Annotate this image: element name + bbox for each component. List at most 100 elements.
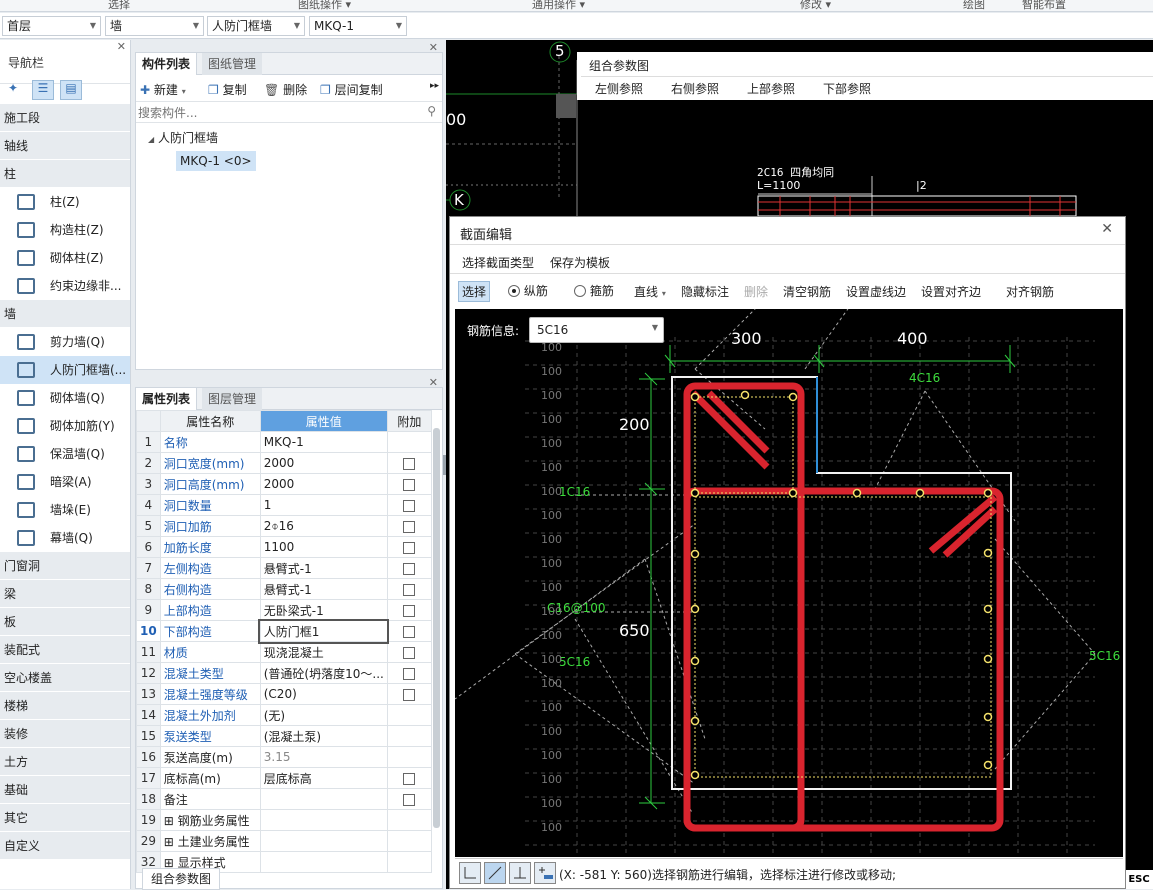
sidebar-item[interactable]: 砌体加筋(Y) xyxy=(0,412,130,440)
label-5c16-right[interactable]: 5C16 xyxy=(1089,649,1120,663)
set-align-edge-button[interactable]: 设置对齐边 xyxy=(921,283,981,300)
stirrup-radio[interactable]: 箍筋 xyxy=(574,282,614,299)
tab-left-reference[interactable]: 左侧参照 xyxy=(595,80,643,97)
property-value[interactable] xyxy=(259,788,388,810)
nav-section[interactable]: 装修 xyxy=(0,720,130,748)
label-5c16-left[interactable]: 5C16 xyxy=(559,655,590,669)
property-value[interactable] xyxy=(259,851,388,873)
property-value[interactable]: 2000 xyxy=(259,473,388,495)
rebar-point[interactable] xyxy=(740,390,750,400)
select-tool-button[interactable]: 选择 xyxy=(458,281,491,302)
property-value[interactable]: 1 xyxy=(259,494,388,516)
delete-tool-button[interactable]: 删除 xyxy=(744,283,768,300)
rebar-point[interactable] xyxy=(690,656,700,666)
tree-node-selected[interactable]: MKQ-1 <0> xyxy=(176,151,256,171)
property-value[interactable]: (C20) xyxy=(259,683,388,705)
rebar-point[interactable] xyxy=(788,392,798,402)
section-canvas[interactable]: 300 400 200 650 4C16 1C16 C16@100 5C16 5… xyxy=(455,309,1123,857)
property-value[interactable]: (无) xyxy=(259,704,388,726)
select-section-type-button[interactable]: 选择截面类型 xyxy=(462,254,534,271)
checkbox[interactable] xyxy=(403,478,416,491)
nav-section[interactable]: 楼梯 xyxy=(0,692,130,720)
pin-icon[interactable]: ✦ xyxy=(8,81,18,95)
tab-top-reference[interactable]: 上部参照 xyxy=(747,80,795,97)
ribbon-smart-layout[interactable]: 智能布置 xyxy=(1022,0,1066,11)
sidebar-item[interactable]: 柱(Z) xyxy=(0,188,130,216)
property-row[interactable]: 11 材质 现浇混凝土 xyxy=(136,641,433,663)
clear-rebar-button[interactable]: 清空钢筋 xyxy=(783,283,831,300)
sidebar-item[interactable]: 人防门框墙(... xyxy=(0,356,130,384)
nav-section[interactable]: 板 xyxy=(0,608,130,636)
align-rebar-button[interactable]: 对齐钢筋 xyxy=(1006,283,1054,300)
property-scrollbar[interactable] xyxy=(433,428,440,828)
tab-bottom-reference[interactable]: 下部参照 xyxy=(823,80,871,97)
ribbon-modify[interactable]: 修改 ▾ xyxy=(800,0,831,11)
rebar-info-select[interactable]: 5C16 ▼ xyxy=(529,317,664,343)
property-row[interactable]: 17 底标高(m) 层底标高 xyxy=(136,767,433,789)
tab-component-list[interactable]: 构件列表 xyxy=(136,53,198,75)
property-row[interactable]: 14 混凝土外加剂 (无) xyxy=(136,704,433,726)
property-row[interactable]: 8 右侧构造 悬臂式-1 xyxy=(136,578,433,600)
property-row[interactable]: 10 下部构造 人防门框1 xyxy=(136,618,433,644)
tab-property-list[interactable]: 属性列表 xyxy=(136,388,198,410)
checkbox[interactable] xyxy=(403,457,416,470)
tab-drawing-management[interactable]: 图纸管理 xyxy=(202,53,263,75)
ortho-mode-icon[interactable] xyxy=(459,862,481,884)
combo-diagram-button[interactable]: 组合参数图 xyxy=(142,868,221,890)
checkbox[interactable] xyxy=(403,688,416,701)
property-value[interactable] xyxy=(259,830,388,852)
property-value[interactable]: 3.15 xyxy=(259,746,388,768)
rebar-point[interactable] xyxy=(690,392,700,402)
rebar-point[interactable] xyxy=(983,712,993,722)
checkbox[interactable] xyxy=(403,541,416,554)
rebar-point[interactable] xyxy=(983,548,993,558)
property-value[interactable]: 现浇混凝土 xyxy=(259,641,388,663)
rebar-point[interactable] xyxy=(852,488,862,498)
rebar-point[interactable] xyxy=(690,604,700,614)
property-row[interactable]: 12 混凝土类型 (普通砼(坍落度10～... xyxy=(136,662,433,684)
line-tool-button[interactable]: 直线 ▾ xyxy=(634,283,666,300)
property-value[interactable]: 2000 xyxy=(259,452,388,474)
nav-section[interactable]: 土方 xyxy=(0,748,130,776)
rebar-point[interactable] xyxy=(915,488,925,498)
search-input[interactable] xyxy=(138,104,418,121)
property-row[interactable]: 18 备注 xyxy=(136,788,433,810)
sidebar-item[interactable]: 约束边缘非... xyxy=(0,272,130,300)
rebar-point[interactable] xyxy=(788,488,798,498)
property-row[interactable]: 9 上部构造 无卧梁式-1 xyxy=(136,599,433,621)
nav-section[interactable]: 空心楼盖 xyxy=(0,664,130,692)
property-row[interactable]: 13 混凝土强度等级 (C20) xyxy=(136,683,433,705)
property-row[interactable]: 2 洞口宽度(mm) 2000 xyxy=(136,452,433,474)
property-value[interactable]: (混凝土泵) xyxy=(259,725,388,747)
property-value[interactable]: 层底标高 xyxy=(259,767,388,789)
delete-button[interactable]: 🗑 删除 xyxy=(264,81,307,98)
nav-section[interactable]: 其它 xyxy=(0,804,130,832)
property-value[interactable]: 悬臂式-1 xyxy=(259,557,388,579)
copy-button[interactable]: ❐ 复制 xyxy=(208,81,247,98)
instance-select[interactable]: MKQ-1 ▼ xyxy=(309,16,407,36)
rebar-point[interactable] xyxy=(983,488,993,498)
property-row[interactable]: 1 名称 MKQ-1 xyxy=(136,431,433,453)
property-row[interactable]: 3 洞口高度(mm) 2000 xyxy=(136,473,433,495)
property-row[interactable]: 7 左侧构造 悬臂式-1 xyxy=(136,557,433,579)
sidebar-item[interactable]: 砌体柱(Z) xyxy=(0,244,130,272)
tab-right-reference[interactable]: 右侧参照 xyxy=(671,80,719,97)
property-value[interactable]: MKQ-1 xyxy=(259,431,388,453)
rebar-point[interactable] xyxy=(983,604,993,614)
hide-annotation-button[interactable]: 隐藏标注 xyxy=(681,283,729,300)
rebar-point[interactable] xyxy=(690,770,700,780)
tab-layer-management[interactable]: 图层管理 xyxy=(202,388,263,410)
property-row[interactable]: 19 ⊞ 钢筋业务属性 xyxy=(136,809,433,831)
nav-section[interactable]: 墙 xyxy=(0,300,130,328)
ribbon-drawing-ops[interactable]: 图纸操作 ▾ xyxy=(298,0,351,11)
perpendicular-snap-icon[interactable] xyxy=(509,862,531,884)
ribbon-select[interactable]: 选择 xyxy=(108,0,130,11)
sidebar-item[interactable]: 砌体墙(Q) xyxy=(0,384,130,412)
nav-section[interactable]: 梁 xyxy=(0,580,130,608)
rebar-point[interactable] xyxy=(690,549,700,559)
property-value[interactable]: 2⌽16 xyxy=(259,515,388,537)
nav-section[interactable]: 轴线 xyxy=(0,132,130,160)
rebar-point[interactable] xyxy=(983,654,993,664)
rebar-point[interactable] xyxy=(690,716,700,726)
new-button[interactable]: ✚ 新建 ▾ xyxy=(140,81,186,98)
